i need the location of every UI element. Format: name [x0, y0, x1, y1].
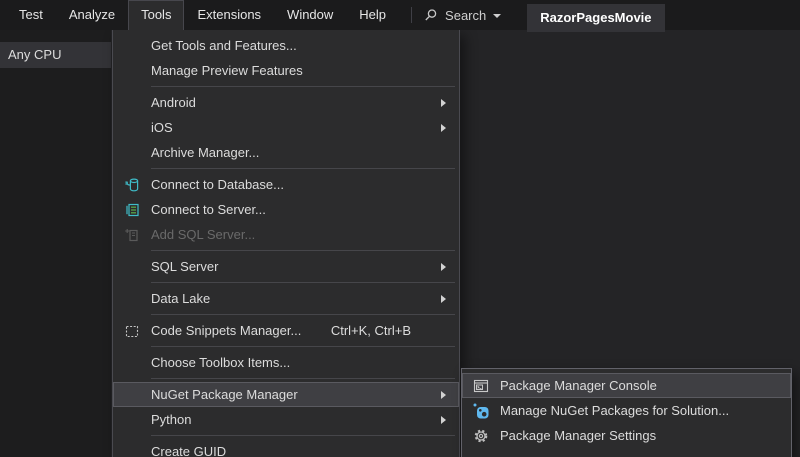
- chevron-down-icon: [493, 14, 501, 18]
- tools-menu-item-data-lake[interactable]: Data Lake: [113, 286, 459, 311]
- tools-menu-item-python[interactable]: Python: [113, 407, 459, 432]
- submenu-arrow-icon: [441, 99, 446, 107]
- menu-item-shortcut: Ctrl+K, Ctrl+B: [331, 323, 411, 338]
- code-snippets-icon: [113, 323, 151, 339]
- submenu-arrow-icon: [441, 124, 446, 132]
- menu-item-label: Choose Toolbox Items...: [151, 355, 290, 370]
- submenu-arrow-icon: [441, 295, 446, 303]
- tools-menu-item-archive-manager[interactable]: Archive Manager...: [113, 140, 459, 165]
- menubar-item-analyze[interactable]: Analyze: [56, 0, 128, 30]
- tools-menu-item-android[interactable]: Android: [113, 90, 459, 115]
- tools-menu-item-choose-toolbox-items[interactable]: Choose Toolbox Items...: [113, 350, 459, 375]
- menu-item-label: Code Snippets Manager...: [151, 323, 301, 338]
- submenu-arrow-cell: [441, 391, 459, 399]
- menu-separator: [151, 86, 455, 87]
- nuget-submenu-item-package-manager-settings[interactable]: Package Manager Settings: [462, 423, 791, 448]
- menu-item-label: SQL Server: [151, 259, 218, 274]
- menu-item-label: Create GUID: [151, 444, 226, 457]
- database-connect-icon: [113, 177, 151, 193]
- submenu-arrow-icon: [441, 263, 446, 271]
- menu-item-label: Connect to Server...: [151, 202, 266, 217]
- tools-menu-item-connect-to-database[interactable]: Connect to Database...: [113, 172, 459, 197]
- submenu-arrow-cell: [441, 416, 459, 424]
- left-panel: Any CPU: [0, 30, 111, 457]
- add-sql-server-icon: [113, 227, 151, 243]
- submenu-arrow-cell: [441, 295, 459, 303]
- menu-item-label: iOS: [151, 120, 173, 135]
- menu-item-label: Add SQL Server...: [151, 227, 255, 242]
- tools-menu-item-add-sql-server: Add SQL Server...: [113, 222, 459, 247]
- tools-menu-item-create-guid[interactable]: Create GUID: [113, 439, 459, 457]
- tools-menu-item-connect-to-server[interactable]: Connect to Server...: [113, 197, 459, 222]
- menu-separator: [151, 168, 455, 169]
- menu-separator: [151, 435, 455, 436]
- tools-menu-item-ios[interactable]: iOS: [113, 115, 459, 140]
- menu-separator: [151, 346, 455, 347]
- menu-item-label: Android: [151, 95, 196, 110]
- search-icon: [424, 8, 438, 22]
- nuget-submenu-item-package-manager-console[interactable]: Package Manager Console: [462, 373, 791, 398]
- menubar-item-tools[interactable]: Tools: [128, 0, 184, 30]
- menu-separator: [151, 282, 455, 283]
- console-icon: [462, 378, 500, 394]
- nuget-submenu-item-manage-nuget-packages-for-solution[interactable]: Manage NuGet Packages for Solution...: [462, 398, 791, 423]
- menu-separator: [151, 378, 455, 379]
- menu-item-label: Python: [151, 412, 191, 427]
- tools-menu-item-manage-preview-features[interactable]: Manage Preview Features: [113, 58, 459, 83]
- nuget-submenu: Package Manager Console Manage NuGet Pac…: [461, 368, 792, 457]
- submenu-arrow-cell: [441, 99, 459, 107]
- menu-item-label: Data Lake: [151, 291, 210, 306]
- menu-item-label: Get Tools and Features...: [151, 38, 297, 53]
- tools-menu: Get Tools and Features... Manage Preview …: [112, 30, 460, 457]
- menubar-item-window[interactable]: Window: [274, 0, 346, 30]
- submenu-arrow-cell: [441, 124, 459, 132]
- menubar-item-test[interactable]: Test: [6, 0, 56, 30]
- submenu-arrow-icon: [441, 416, 446, 424]
- menu-item-label: Manage Preview Features: [151, 63, 303, 78]
- menu-item-label: Package Manager Console: [500, 378, 657, 393]
- search-control[interactable]: Search: [424, 8, 501, 23]
- menu-item-label: NuGet Package Manager: [151, 387, 298, 402]
- server-connect-icon: [113, 202, 151, 218]
- menu-separator: [151, 314, 455, 315]
- tools-menu-item-nuget-package-manager[interactable]: NuGet Package Manager: [113, 382, 459, 407]
- project-badge[interactable]: RazorPagesMovie: [527, 4, 664, 32]
- submenu-arrow-icon: [441, 391, 446, 399]
- submenu-arrow-cell: [441, 263, 459, 271]
- menubar: TestAnalyzeToolsExtensionsWindowHelp Sea…: [0, 0, 800, 30]
- menubar-item-extensions[interactable]: Extensions: [184, 0, 274, 30]
- nuget-icon: [462, 403, 500, 419]
- search-label: Search: [445, 8, 486, 23]
- menu-separator: [151, 250, 455, 251]
- menu-item-label: Archive Manager...: [151, 145, 259, 160]
- menubar-divider: [411, 7, 412, 23]
- menu-item-label: Manage NuGet Packages for Solution...: [500, 403, 729, 418]
- tools-menu-item-sql-server[interactable]: SQL Server: [113, 254, 459, 279]
- menubar-items: TestAnalyzeToolsExtensionsWindowHelp: [6, 0, 399, 30]
- gear-icon: [462, 428, 500, 444]
- menu-item-label: Package Manager Settings: [500, 428, 656, 443]
- menu-item-label: Connect to Database...: [151, 177, 284, 192]
- menubar-item-help[interactable]: Help: [346, 0, 399, 30]
- platform-selector[interactable]: Any CPU: [0, 42, 111, 68]
- tools-menu-item-code-snippets-manager[interactable]: Code Snippets Manager... Ctrl+K, Ctrl+B: [113, 318, 459, 343]
- tools-menu-item-get-tools-and-features[interactable]: Get Tools and Features...: [113, 33, 459, 58]
